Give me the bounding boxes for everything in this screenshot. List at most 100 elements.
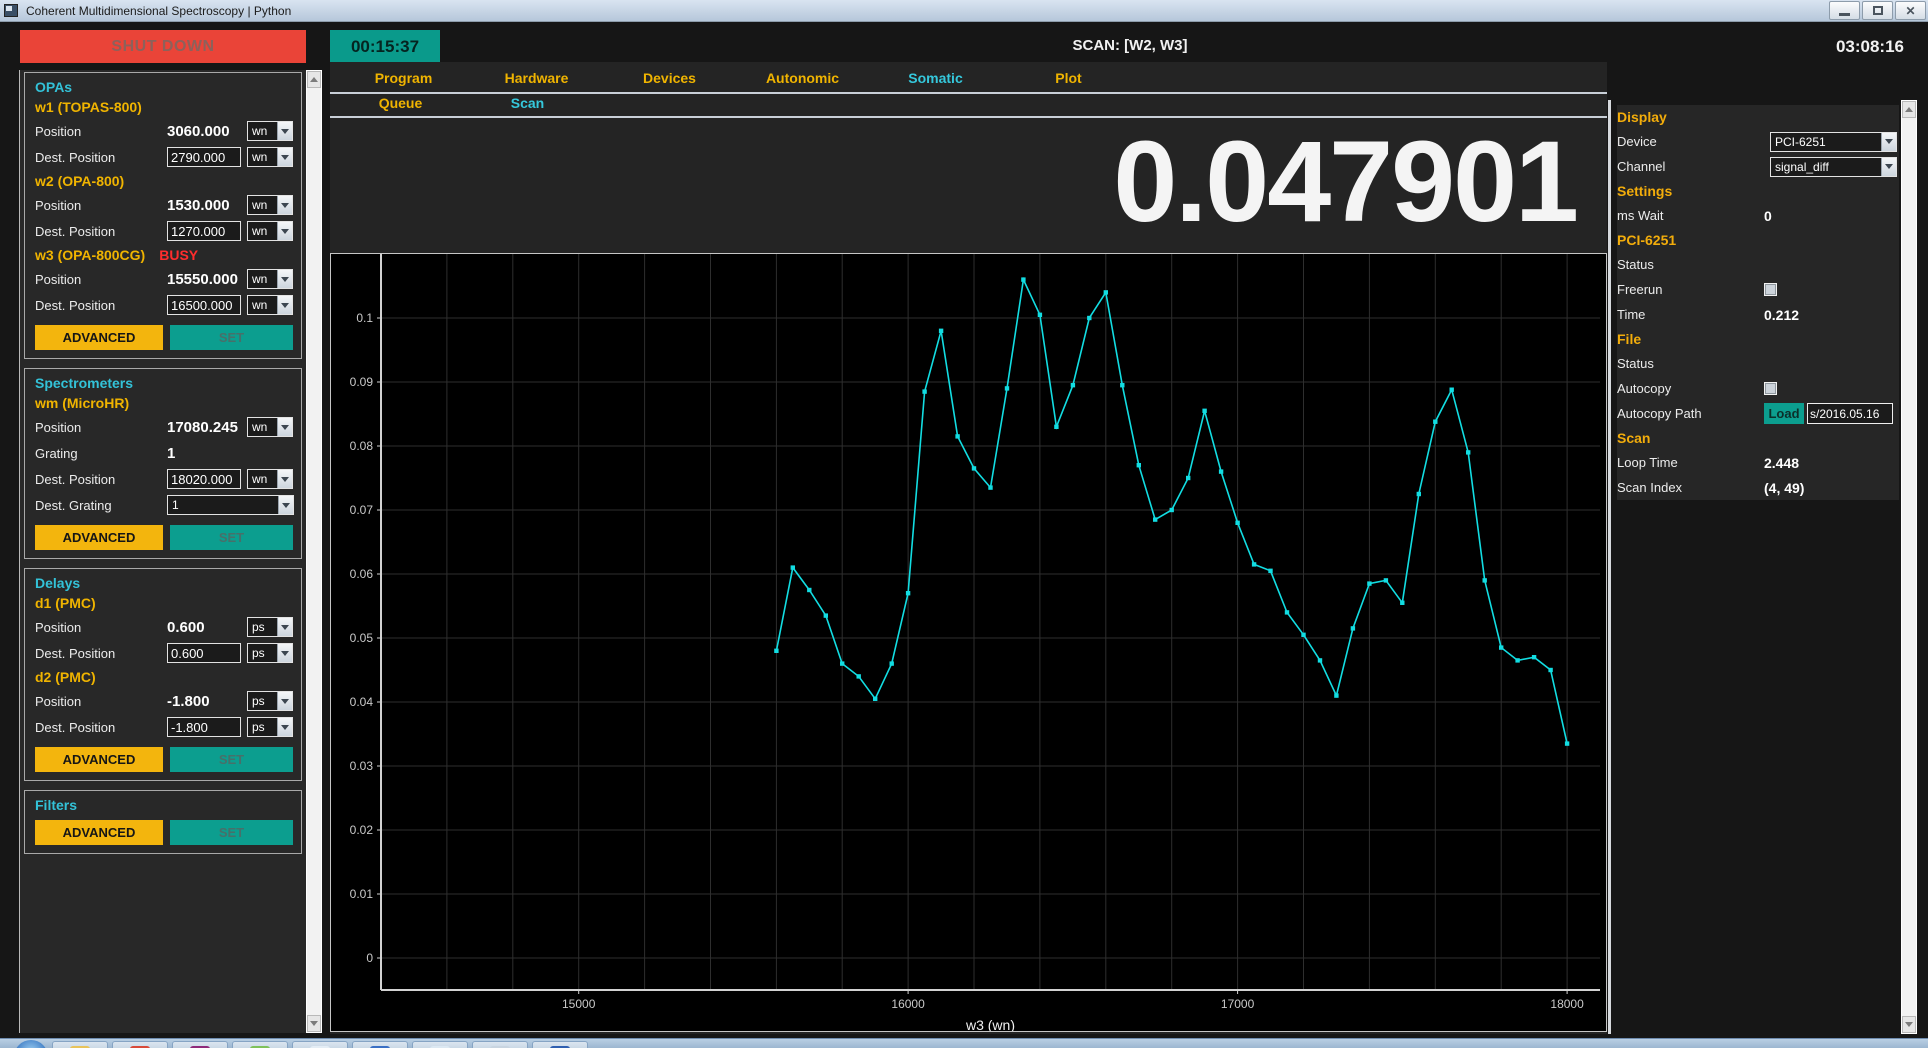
opas-set-button[interactable]: SET (170, 325, 293, 350)
triangle-down-icon (310, 1021, 318, 1026)
w3-dest-input[interactable] (167, 295, 241, 315)
taskbar-item[interactable] (472, 1041, 528, 1048)
tab-plot[interactable]: Plot (1002, 70, 1135, 86)
wm-position-units-dropdown[interactable]: wn (247, 417, 293, 437)
w1-dest-units-dropdown[interactable]: wn (247, 147, 293, 167)
chevron-down-icon (277, 644, 292, 662)
tab-hardware[interactable]: Hardware (470, 70, 603, 86)
d1-dest-input[interactable] (167, 643, 241, 663)
scroll-down-button[interactable] (307, 1015, 321, 1032)
time-label: Time (1617, 307, 1764, 322)
w2-position-units-dropdown[interactable]: wn (247, 195, 293, 215)
w2-dest-input-wrap (167, 221, 241, 241)
delays-set-button[interactable]: SET (170, 747, 293, 772)
tab-scan[interactable]: Scan (464, 95, 591, 111)
w1-dest-input[interactable] (167, 147, 241, 167)
scroll-down-button[interactable] (1902, 1016, 1916, 1033)
device-dropdown[interactable]: PCI-6251 (1770, 132, 1897, 152)
wm-dest-units-dropdown[interactable]: wn (247, 469, 293, 489)
scroll-up-button[interactable] (307, 71, 321, 88)
svg-text:18000: 18000 (1550, 997, 1584, 1011)
load-button[interactable]: Load (1764, 403, 1804, 424)
w3-device-name: w3 (OPA-800CG)BUSY (35, 247, 293, 263)
d2-dest-input[interactable] (167, 717, 241, 737)
wm-dest-label: Dest. Position (35, 472, 167, 487)
w2-dest-input[interactable] (167, 221, 241, 241)
svg-text:0.06: 0.06 (350, 567, 374, 581)
chevron-down-icon (277, 222, 292, 240)
w2-dest-units-dropdown[interactable]: wn (247, 221, 293, 241)
shutdown-button[interactable]: SHUT DOWN (20, 30, 306, 63)
chevron-down-icon (1881, 133, 1896, 151)
restore-button[interactable] (1862, 1, 1893, 20)
d2-position-label: Position (35, 694, 167, 709)
spectrometers-set-button[interactable]: SET (170, 525, 293, 550)
tabbar-underline (330, 92, 1607, 94)
filters-advanced-button[interactable]: ADVANCED (35, 820, 163, 845)
filters-set-button[interactable]: SET (170, 820, 293, 845)
scan-plot[interactable]: 00.010.020.030.040.050.060.070.080.090.1… (330, 253, 1607, 1032)
channel-dropdown[interactable]: signal_diff (1770, 157, 1897, 177)
secondary-tabbar: Queue Scan (337, 95, 591, 111)
ms-wait-label: ms Wait (1617, 208, 1764, 223)
close-button[interactable]: ✕ (1895, 1, 1926, 20)
minimize-button[interactable] (1829, 1, 1860, 20)
opas-advanced-button[interactable]: ADVANCED (35, 325, 163, 350)
svg-text:0.07: 0.07 (350, 503, 374, 517)
taskbar-item[interactable] (52, 1041, 108, 1048)
tab-program[interactable]: Program (337, 70, 470, 86)
pci-section-header: PCI-6251 (1617, 228, 1899, 252)
wm-dest-input[interactable] (167, 469, 241, 489)
tab-somatic[interactable]: Somatic (869, 70, 1002, 86)
wm-grating-label: Grating (35, 446, 167, 461)
spectrometers-advanced-button[interactable]: ADVANCED (35, 525, 163, 550)
w1-dest-label: Dest. Position (35, 150, 167, 165)
scroll-up-button[interactable] (1902, 101, 1916, 118)
chevron-down-icon (277, 718, 292, 736)
taskbar-item[interactable] (112, 1041, 168, 1048)
windows-taskbar[interactable] (0, 1038, 1928, 1048)
svg-text:0.01: 0.01 (350, 887, 374, 901)
triangle-up-icon (1905, 107, 1913, 112)
w1-position-units-dropdown[interactable]: wn (247, 121, 293, 141)
d2-dest-units-dropdown[interactable]: ps (247, 717, 293, 737)
delays-header: Delays (35, 575, 293, 591)
wm-position-value: 17080.245 (167, 419, 241, 436)
time-value: 0.212 (1764, 307, 1799, 323)
taskbar-item[interactable] (412, 1041, 468, 1048)
d1-position-units-dropdown[interactable]: ps (247, 617, 293, 637)
w2-position-label: Position (35, 198, 167, 213)
tab-devices[interactable]: Devices (603, 70, 736, 86)
filters-panel: Filters ADVANCED SET (24, 790, 302, 854)
chevron-down-icon (277, 148, 292, 166)
d1-dest-units-dropdown[interactable]: ps (247, 643, 293, 663)
settings-section-header: Settings (1617, 179, 1899, 203)
wm-dest-input-wrap (167, 469, 241, 489)
right-panel-scrollbar[interactable] (1901, 100, 1917, 1034)
taskbar-item[interactable] (172, 1041, 228, 1048)
d2-dest-label: Dest. Position (35, 720, 167, 735)
svg-text:15000: 15000 (562, 997, 596, 1011)
wm-dest-grating-dropdown[interactable]: 1 (167, 495, 294, 515)
panel-splitter[interactable] (1608, 100, 1611, 1034)
autocopy-path-input[interactable] (1807, 403, 1893, 424)
taskbar-item[interactable] (232, 1041, 288, 1048)
triangle-down-icon (1905, 1022, 1913, 1027)
d1-position-label: Position (35, 620, 167, 635)
chevron-down-icon (277, 196, 292, 214)
tab-autonomic[interactable]: Autonomic (736, 70, 869, 86)
tab-queue[interactable]: Queue (337, 95, 464, 111)
autocopy-checkbox[interactable] (1764, 382, 1777, 395)
d2-position-units-dropdown[interactable]: ps (247, 691, 293, 711)
taskbar-item[interactable] (532, 1041, 588, 1048)
taskbar-item[interactable] (292, 1041, 348, 1048)
w3-position-units-dropdown[interactable]: wn (247, 269, 293, 289)
scan-section-header: Scan (1617, 426, 1899, 450)
sidebar-scrollbar[interactable] (306, 70, 322, 1033)
w3-dest-units-dropdown[interactable]: wn (247, 295, 293, 315)
start-button[interactable] (14, 1040, 48, 1048)
delays-advanced-button[interactable]: ADVANCED (35, 747, 163, 772)
freerun-checkbox[interactable] (1764, 283, 1777, 296)
taskbar-item[interactable] (352, 1041, 408, 1048)
display-section-header: Display (1617, 105, 1899, 129)
